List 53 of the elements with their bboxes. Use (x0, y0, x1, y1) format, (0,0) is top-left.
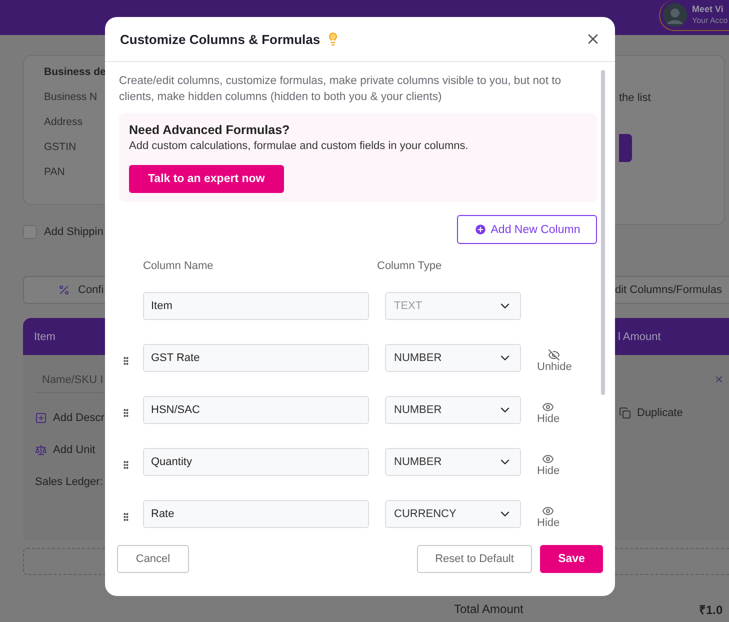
field-label: Address (44, 116, 84, 130)
total-label: Total Amount (454, 602, 524, 616)
dialog-title: Customize Columns & Formulas (120, 32, 320, 46)
drag-handle-icon[interactable] (121, 354, 131, 368)
sales-ledger-label: Sales Ledger: (35, 476, 103, 488)
checkbox-label: Add Shippin (44, 226, 104, 238)
field-label: Business N (44, 91, 98, 105)
plus-square-icon (35, 412, 47, 424)
copy-icon (619, 407, 631, 419)
column-type-select[interactable]: CURRENCY (385, 500, 521, 528)
cancel-button[interactable]: Cancel (117, 545, 189, 573)
column-header: Column Type (377, 260, 443, 272)
plus-circle-icon (474, 223, 487, 236)
info-text: the list (619, 92, 652, 104)
dialog-description: Create/edit columns, customize formulas, make private columns visible to you, but not to clients, make hidden columns (hidden to both you & your clients) (119, 74, 562, 105)
visibility-toggle[interactable]: Unhide (537, 349, 572, 373)
column-name-field[interactable]: GST Rate (143, 344, 369, 372)
field-label: PAN (44, 166, 66, 180)
scrollbar-thumb[interactable] (601, 70, 605, 395)
column-type-select[interactable]: NUMBER (385, 344, 521, 372)
drag-handle-icon[interactable] (121, 510, 131, 524)
duplicate-link[interactable]: Duplicate (637, 407, 683, 419)
column-name-field[interactable]: Quantity (143, 448, 369, 476)
user-subtitle: Your Acco (692, 15, 728, 26)
promo-text: Add custom calculations, formulae and custom fields in your columns. (129, 140, 470, 152)
total-value: ₹1.0 (699, 602, 724, 618)
scale-icon (35, 444, 47, 456)
visibility-toggle[interactable]: Hide (537, 401, 560, 425)
reset-button[interactable]: Reset to Default (417, 545, 532, 573)
add-description-link[interactable]: Add Descr (53, 412, 104, 424)
column-type-select[interactable]: NUMBER (385, 448, 521, 476)
talk-to-expert-button[interactable]: Talk to an expert now (129, 165, 284, 193)
add-column-button[interactable]: Add New Column (457, 215, 597, 244)
column-name-field[interactable]: HSN/SAC (143, 396, 369, 424)
configure-button[interactable]: Confi (23, 276, 105, 304)
promo-title: Need Advanced Formulas? (129, 123, 291, 137)
drag-handle-icon[interactable] (121, 406, 131, 420)
user-chip[interactable]: Meet Vi Your Acco (659, 0, 729, 31)
column-name-field[interactable]: Rate (143, 500, 369, 528)
column-header: Item (34, 330, 56, 342)
column-type-select[interactable]: NUMBER (385, 396, 521, 424)
save-button[interactable]: Save (540, 545, 603, 573)
column-header: Column Name (143, 260, 214, 272)
edit-columns-button[interactable]: dit Columns/Formulas (615, 276, 729, 304)
percent-icon (58, 284, 70, 296)
field-label: GSTIN (44, 141, 78, 155)
add-unit-link[interactable]: Add Unit (53, 444, 96, 456)
visibility-toggle[interactable]: Hide (537, 505, 560, 529)
visibility-toggle[interactable]: Hide (537, 453, 560, 477)
drag-handle-icon[interactable] (121, 458, 131, 472)
column-header: l Amount (618, 330, 661, 342)
avatar-icon (663, 3, 687, 27)
user-name: Meet Vi (692, 4, 724, 15)
